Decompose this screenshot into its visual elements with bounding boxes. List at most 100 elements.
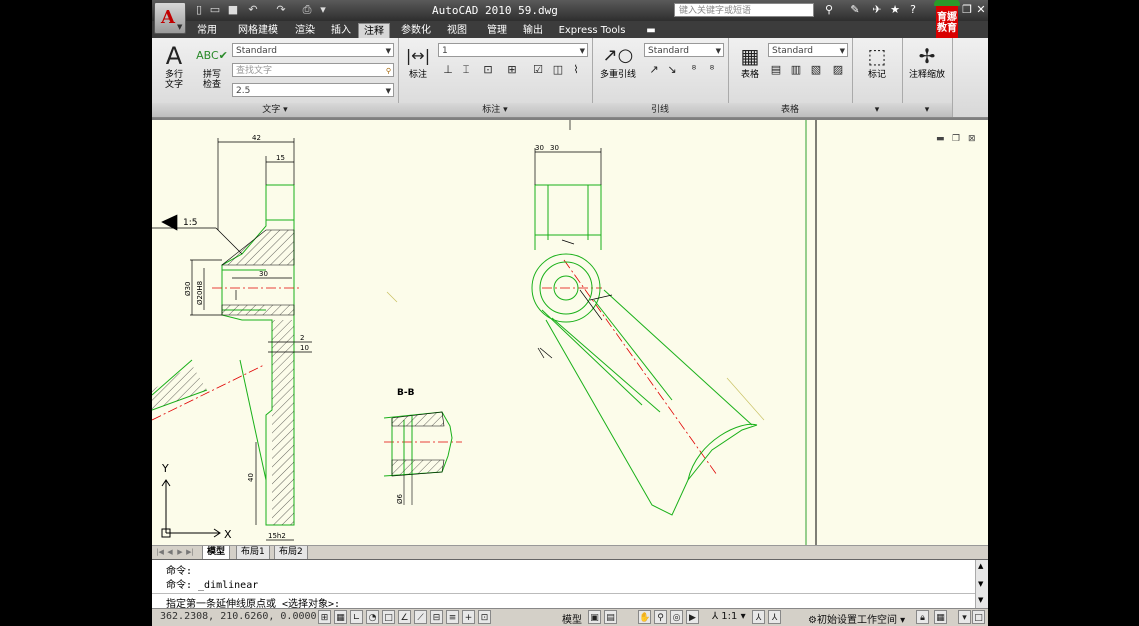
clean-screen-icon[interactable]: □ <box>972 610 985 624</box>
dynamic-input-icon[interactable]: ⊟ <box>430 610 443 624</box>
open-file-icon[interactable]: ▭ <box>208 3 222 17</box>
dim-break-icon[interactable]: ⊥ <box>440 62 456 78</box>
workspace-switch[interactable]: ⚙初始设置工作空间 ▾ <box>808 611 905 626</box>
command-window[interactable]: 命令: 命令: _dimlinear 指定第一条延伸线原点或 <选择对象>: ▲… <box>152 559 988 610</box>
ortho-mode-icon[interactable]: ∟ <box>350 610 363 624</box>
mleader-style-select[interactable]: Standard ▼ <box>644 43 724 57</box>
steeringwheel-icon[interactable]: ◎ <box>670 610 683 624</box>
lock-icon[interactable]: 🔒︎ <box>916 610 929 624</box>
tab-home[interactable]: 常用 <box>194 23 220 38</box>
auto-scale-icon[interactable]: ⅄ <box>768 610 781 624</box>
quick-properties-icon[interactable]: + <box>462 610 475 624</box>
prev-layout-icon[interactable]: ◀ <box>166 548 174 557</box>
pan-icon[interactable]: ✋ <box>638 610 651 624</box>
minimize-drawing-icon[interactable]: ▬ <box>936 134 945 144</box>
zoom-icon[interactable]: ⚲ <box>654 610 667 624</box>
command-input[interactable]: 指定第一条延伸线原点或 <选择对象>: <box>152 593 976 610</box>
download-table-icon[interactable]: ▧ <box>808 62 824 78</box>
dim-jog-icon[interactable]: ⌇ <box>568 62 584 78</box>
text-panel-title[interactable]: 文字 ▾ <box>152 103 398 117</box>
tab-model[interactable]: 模型 <box>202 546 231 560</box>
tab-output[interactable]: 输出 <box>520 23 546 38</box>
tab-parametric[interactable]: 参数化 <box>398 23 434 38</box>
extract-data-icon[interactable]: ▥ <box>788 62 804 78</box>
new-file-icon[interactable]: ▯ <box>192 3 206 17</box>
selection-cycling-icon[interactable]: ⊡ <box>478 610 491 624</box>
markup-button[interactable]: ⬚ 标记 <box>859 42 895 80</box>
spell-check-button[interactable]: ABC✔ 拼写 检查 <box>194 42 230 90</box>
save-icon[interactable]: ■ <box>226 3 240 17</box>
scroll-up-icon[interactable]: ▲ <box>978 562 983 570</box>
snap-mode-icon[interactable]: ⊞ <box>318 610 331 624</box>
align-leader-icon[interactable]: ⁸ <box>686 62 702 78</box>
close-window-icon[interactable]: ✕ <box>974 3 988 17</box>
data-link-icon[interactable]: ▤ <box>768 62 784 78</box>
last-layout-icon[interactable]: ▶| <box>186 548 194 557</box>
tab-layout2[interactable]: 布局2 <box>274 546 308 560</box>
polar-tracking-icon[interactable]: ◔ <box>366 610 379 624</box>
dim-continue-icon[interactable]: ⊞ <box>504 62 520 78</box>
app-menu-button[interactable]: A ▼ <box>154 2 186 34</box>
model-space-label[interactable]: 模型 <box>562 611 582 626</box>
markup-panel-expander[interactable]: ▾ <box>852 103 902 117</box>
quick-view-drawings-icon[interactable]: ▤ <box>604 610 617 624</box>
plot-icon[interactable]: ⎙ <box>300 3 314 17</box>
annotation-visibility-icon[interactable]: ⅄ <box>752 610 765 624</box>
restore-drawing-icon[interactable]: ❐ <box>952 134 960 144</box>
drawing-canvas[interactable]: 42 15 30 30 2 10 40 15h2 Ø30 Ø20H8 1:5 B… <box>152 118 988 545</box>
tab-layout1[interactable]: 布局1 <box>236 546 270 560</box>
tab-insert[interactable]: 插入 <box>328 23 354 38</box>
qat-dropdown-icon[interactable]: ▾ <box>316 3 330 17</box>
dynamic-ucs-icon[interactable]: ⟋ <box>414 610 427 624</box>
close-drawing-icon[interactable]: ⊠ <box>968 134 976 144</box>
annotation-scale[interactable]: ⅄ 1:1 ▾ <box>712 611 746 622</box>
binoculars-icon[interactable]: ⚲ <box>822 3 836 17</box>
dim-adjust-icon[interactable]: ⌶ <box>458 62 474 78</box>
add-leader-icon[interactable]: ↗ <box>646 62 662 78</box>
dim-style-select[interactable]: 1 ▼ <box>438 43 588 57</box>
command-scrollbar[interactable]: ▲ ▼ ▼ <box>975 560 988 608</box>
restore-window-icon[interactable]: ❐ <box>960 3 974 17</box>
upload-table-icon[interactable]: ▨ <box>830 62 846 78</box>
tab-render[interactable]: 渲染 <box>292 23 318 38</box>
remove-leader-icon[interactable]: ↘ <box>664 62 680 78</box>
subscription-icon[interactable]: ✎ <box>848 3 862 17</box>
ribbon-toggle-icon[interactable]: ▬ <box>644 23 658 38</box>
search-input[interactable]: 键入关键字或短语 <box>674 3 814 17</box>
lineweight-icon[interactable]: ≡ <box>446 610 459 624</box>
tab-manage[interactable]: 管理 <box>484 23 510 38</box>
annoscale-panel-expander[interactable]: ▾ <box>902 103 952 117</box>
table-panel-title[interactable]: 表格 <box>728 103 852 117</box>
dimension-panel-title[interactable]: 标注 ▾ <box>398 103 592 117</box>
tab-annotate[interactable]: 注释 <box>358 23 390 39</box>
showmotion-icon[interactable]: ▶ <box>686 610 699 624</box>
multileader-button[interactable]: ↗○ 多重引线 <box>596 42 640 80</box>
undo-icon[interactable]: ↶ <box>246 3 260 17</box>
coordinate-readout[interactable]: 362.2308, 210.6260, 0.0000 <box>160 611 317 622</box>
grid-display-icon[interactable]: ▦ <box>334 610 347 624</box>
tab-express-tools[interactable]: Express Tools <box>556 23 628 38</box>
favorites-icon[interactable]: ★ <box>888 3 902 17</box>
dimension-button[interactable]: |↔| 标注 <box>400 42 436 80</box>
hardware-acceleration-icon[interactable]: ▦ <box>934 610 947 624</box>
communication-icon[interactable]: ✈ <box>870 3 884 17</box>
first-layout-icon[interactable]: |◀ <box>156 548 164 557</box>
text-style-select[interactable]: Standard ▼ <box>232 43 394 57</box>
dim-inspect-icon[interactable]: ⊡ <box>480 62 496 78</box>
status-menu-icon[interactable]: ▾ <box>958 610 971 624</box>
dim-oblique-icon[interactable]: ◫ <box>550 62 566 78</box>
table-button[interactable]: ▦ 表格 <box>732 42 768 80</box>
leader-panel-title[interactable]: 引线 <box>592 103 728 117</box>
scroll-bottom-icon[interactable]: ▼ <box>978 596 983 604</box>
redo-icon[interactable]: ↷ <box>274 3 288 17</box>
quick-view-layouts-icon[interactable]: ▣ <box>588 610 601 624</box>
table-style-select[interactable]: Standard ▼ <box>768 43 848 57</box>
scroll-down-icon[interactable]: ▼ <box>978 580 983 588</box>
annotation-scaling-button[interactable]: ✢ 注释缩放 <box>904 42 950 80</box>
tab-mesh-modeling[interactable]: 网格建模 <box>234 23 282 38</box>
text-height-select[interactable]: 2.5 ▼ <box>232 83 394 97</box>
osnap-tracking-icon[interactable]: ∠ <box>398 610 411 624</box>
tab-view[interactable]: 视图 <box>444 23 470 38</box>
multiline-text-button[interactable]: A 多行 文字 <box>156 42 192 90</box>
object-snap-icon[interactable]: □ <box>382 610 395 624</box>
